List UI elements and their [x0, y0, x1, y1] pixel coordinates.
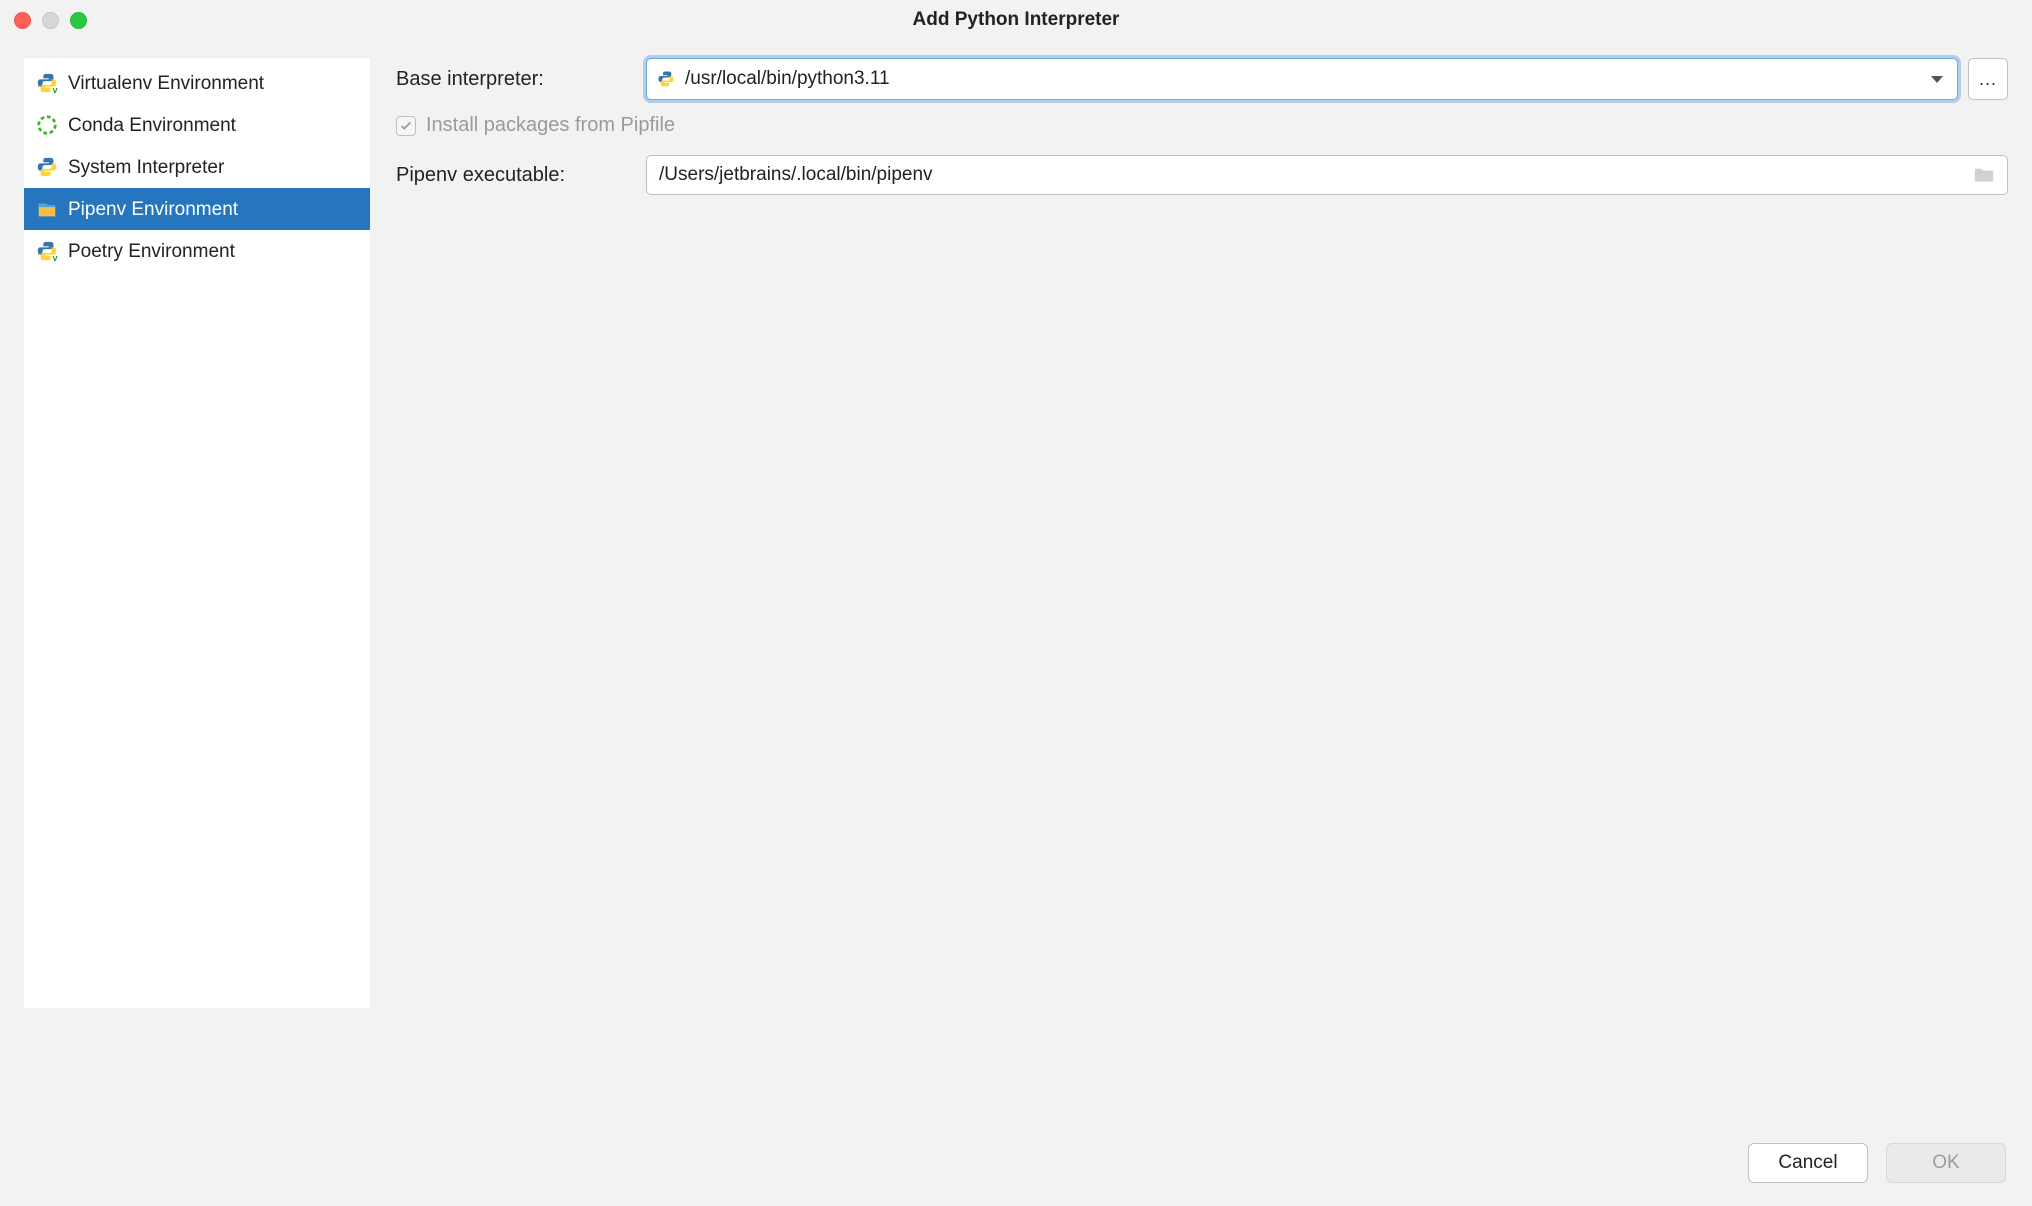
pipenv-executable-row: Pipenv executable: /Users/jetbrains/.loc… — [396, 155, 2008, 195]
main-panel: Base interpreter: /usr/local/bin/python3… — [396, 58, 2008, 1136]
python-v-icon: v — [36, 240, 58, 262]
minimize-icon — [42, 12, 59, 29]
sidebar-item-label: Conda Environment — [68, 116, 236, 135]
interpreter-type-sidebar: v Virtualenv Environment Conda Environme… — [24, 58, 370, 1008]
sidebar-item-poetry[interactable]: v Poetry Environment — [24, 230, 370, 272]
base-interpreter-combo[interactable]: /usr/local/bin/python3.11 — [646, 58, 1958, 100]
pipenv-executable-label: Pipenv executable: — [396, 164, 646, 187]
content-area: v Virtualenv Environment Conda Environme… — [0, 40, 2032, 1136]
cancel-button[interactable]: Cancel — [1748, 1143, 1868, 1183]
sidebar-item-label: Virtualenv Environment — [68, 74, 264, 93]
sidebar-item-system[interactable]: System Interpreter — [24, 146, 370, 188]
base-interpreter-row: Base interpreter: /usr/local/bin/python3… — [396, 58, 2008, 100]
maximize-icon[interactable] — [70, 12, 87, 29]
svg-text:v: v — [53, 253, 59, 262]
install-packages-label: Install packages from Pipfile — [426, 114, 675, 137]
base-interpreter-label: Base interpreter: — [396, 68, 646, 91]
sidebar-item-pipenv[interactable]: Pipenv Environment — [24, 188, 370, 230]
install-packages-row: Install packages from Pipfile — [396, 114, 2008, 137]
python-icon — [657, 70, 675, 88]
folder-icon[interactable] — [1973, 166, 1995, 184]
svg-text:v: v — [53, 85, 59, 94]
chevron-down-icon — [1931, 76, 1943, 83]
titlebar: Add Python Interpreter — [0, 0, 2032, 40]
conda-icon — [36, 114, 58, 136]
python-icon — [36, 156, 58, 178]
dialog-footer: Cancel OK — [0, 1136, 2032, 1206]
python-v-icon: v — [36, 72, 58, 94]
pipenv-icon — [36, 198, 58, 220]
sidebar-item-label: Pipenv Environment — [68, 200, 238, 219]
sidebar-item-virtualenv[interactable]: v Virtualenv Environment — [24, 62, 370, 104]
install-packages-checkbox — [396, 116, 416, 136]
pipenv-executable-input[interactable]: /Users/jetbrains/.local/bin/pipenv — [646, 155, 2008, 195]
window-controls — [14, 12, 87, 29]
close-icon[interactable] — [14, 12, 31, 29]
sidebar-item-label: System Interpreter — [68, 158, 224, 177]
browse-interpreter-button[interactable]: ... — [1968, 58, 2008, 100]
add-python-interpreter-window: Add Python Interpreter v Virtualenv Envi… — [0, 0, 2032, 1206]
sidebar-item-label: Poetry Environment — [68, 242, 235, 261]
pipenv-executable-value: /Users/jetbrains/.local/bin/pipenv — [659, 164, 1963, 186]
base-interpreter-value: /usr/local/bin/python3.11 — [685, 68, 1921, 90]
ok-button: OK — [1886, 1143, 2006, 1183]
sidebar-item-conda[interactable]: Conda Environment — [24, 104, 370, 146]
window-title: Add Python Interpreter — [0, 9, 2032, 31]
